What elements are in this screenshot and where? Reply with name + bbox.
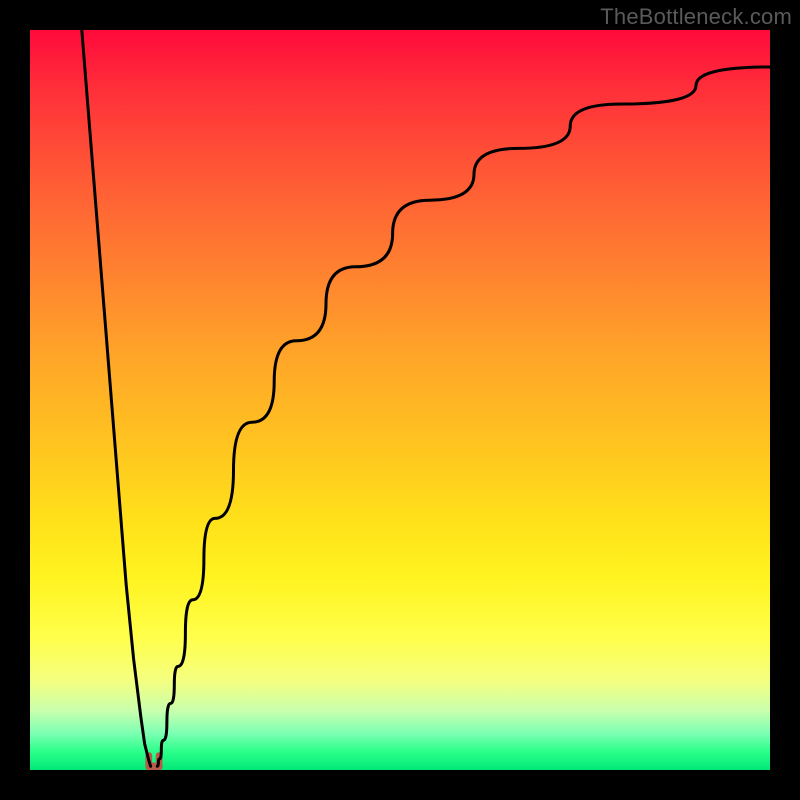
plot-area: [30, 30, 770, 770]
watermark-text: TheBottleneck.com: [600, 4, 792, 30]
outer-frame: TheBottleneck.com: [0, 0, 800, 800]
left-curve: [82, 30, 151, 766]
curve-svg: [30, 30, 770, 770]
right-curve: [157, 67, 770, 766]
